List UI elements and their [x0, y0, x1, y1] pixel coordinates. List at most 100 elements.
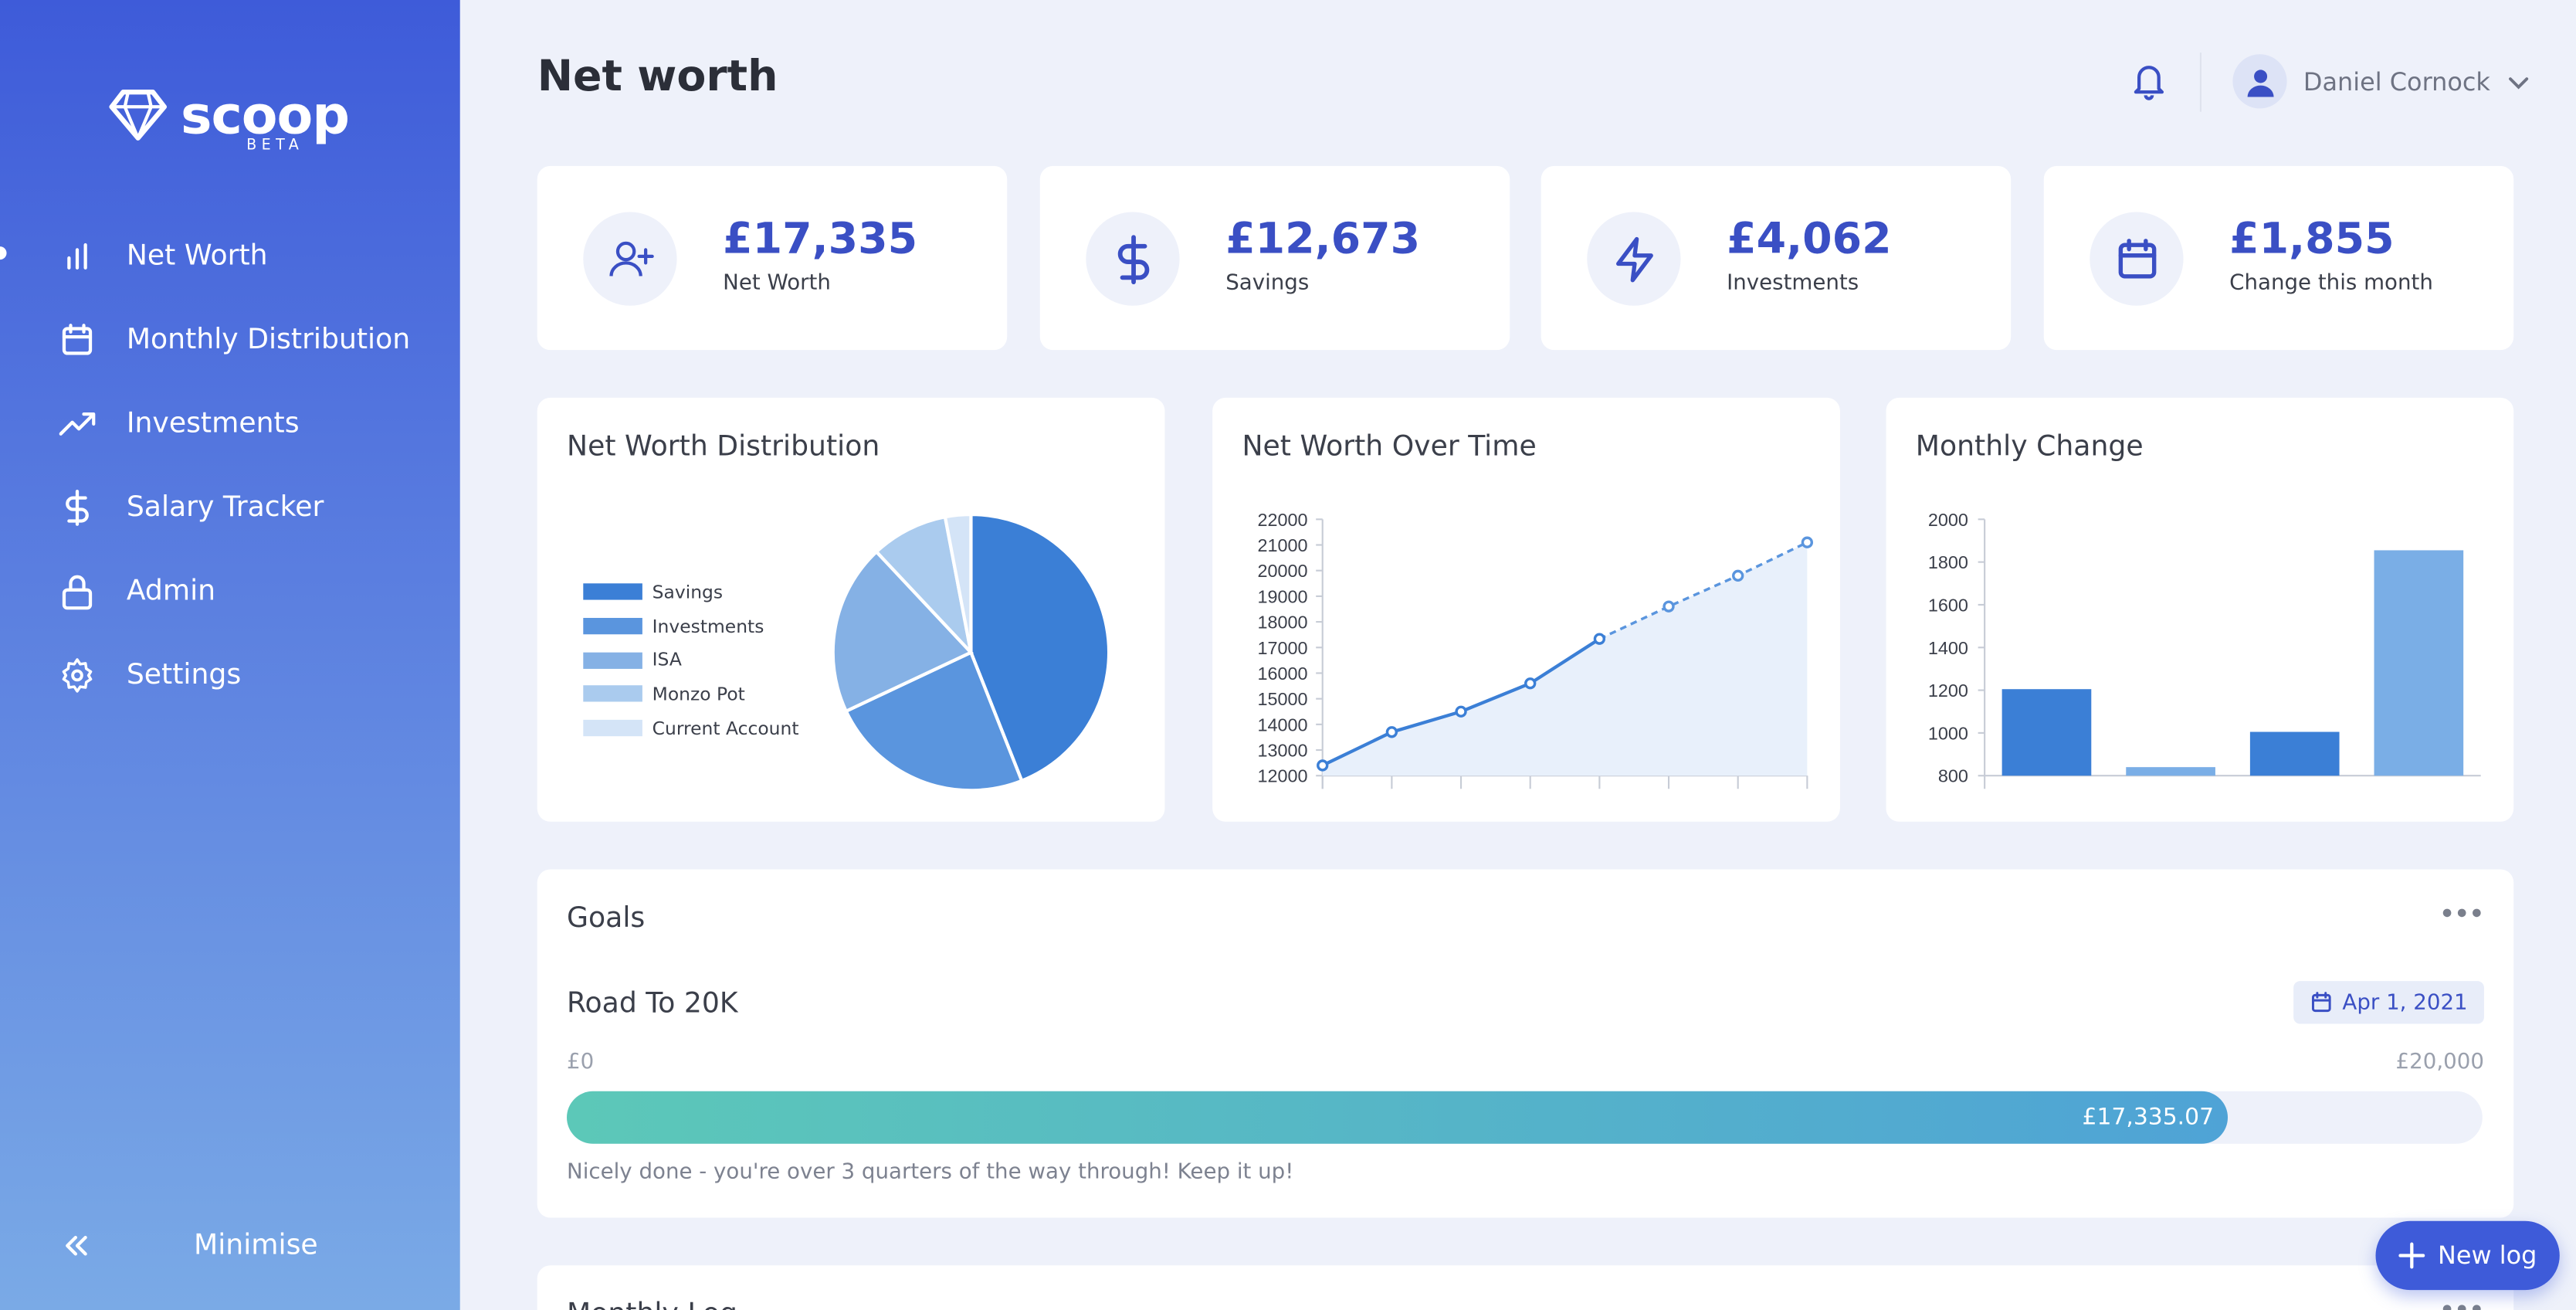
stat-card-net-worth: £17,335 Net Worth: [537, 165, 1008, 351]
legend-item: Savings: [583, 575, 798, 609]
y-tick-label: 21000: [1258, 535, 1308, 555]
legend-item: Investments: [583, 609, 798, 643]
sidebar-item-admin[interactable]: Admin: [0, 549, 460, 633]
avatar: [2232, 54, 2287, 109]
sidebar-item-settings[interactable]: Settings: [0, 633, 460, 717]
more-options-button[interactable]: [2442, 1305, 2481, 1310]
sidebar-item-investments[interactable]: Investments: [0, 382, 460, 466]
header-divider: [2199, 53, 2201, 112]
section-title: Goals: [567, 902, 646, 935]
y-tick-label: 19000: [1258, 586, 1308, 606]
bar: [2249, 731, 2340, 776]
new-log-label: New log: [2437, 1240, 2537, 1271]
new-log-button[interactable]: New log: [2375, 1220, 2560, 1291]
goal-message: Nicely done - you're over 3 quarters of …: [567, 1160, 1294, 1185]
active-indicator: [0, 246, 7, 260]
sidebar-item-label: Net Worth: [126, 239, 268, 273]
calendar-icon: [2311, 992, 2331, 1013]
panel-title: Net Worth Distribution: [567, 430, 880, 463]
stat-label: Net Worth: [723, 271, 831, 296]
goal-min-label: £0: [567, 1050, 595, 1075]
y-tick-label: 17000: [1258, 638, 1308, 658]
legend-label: ISA: [652, 649, 682, 671]
y-tick-label: 13000: [1258, 741, 1308, 761]
sidebar-item-salary-tracker[interactable]: Salary Tracker: [0, 465, 460, 549]
y-tick-label: 15000: [1258, 689, 1308, 709]
monthly-change-panel: Monthly Change 800 1000 1200 1400 1600 1800 20…: [1886, 397, 2514, 822]
bar-chart: 800 1000 1200 1400 1600 1800 2000: [1928, 510, 2481, 789]
y-tick-label: 1600: [1928, 595, 1968, 615]
bar: [2374, 550, 2464, 776]
goals-panel: Goals Road To 20K Apr 1, 2021 £0 £20,000…: [537, 869, 2514, 1218]
sidebar-item-label: Salary Tracker: [126, 490, 324, 524]
app-logo[interactable]: scoop BETA: [108, 89, 350, 154]
y-tick-label: 12000: [1258, 766, 1308, 786]
sidebar-nav: Net Worth Monthly Distribution Investmen…: [0, 214, 460, 717]
gear-icon: [59, 657, 96, 693]
legend-label: Investments: [652, 615, 764, 637]
legend-label: Monzo Pot: [652, 683, 745, 705]
pie-slice-investments: [843, 650, 1024, 792]
pie-slice-isa: [831, 549, 974, 714]
stat-label: Savings: [1225, 271, 1310, 296]
user-menu[interactable]: Daniel Cornock: [2232, 54, 2530, 109]
goal-name: Road To 20K: [567, 987, 738, 1021]
data-point: [1317, 759, 1329, 772]
calendar-icon: [2090, 212, 2184, 306]
lightning-icon: [1587, 212, 1681, 306]
plus-icon: [2398, 1242, 2425, 1269]
notifications-button[interactable]: [2129, 59, 2168, 109]
pie-slice-current-account: [943, 512, 973, 653]
monthly-log-panel: Monthly Log: [537, 1265, 2514, 1310]
bar: [2126, 767, 2215, 776]
legend-label: Savings: [652, 581, 724, 603]
legend-label: Current Account: [652, 717, 799, 739]
stat-value: £12,673: [1225, 215, 1421, 265]
legend-item: ISA: [583, 643, 798, 677]
sidebar-item-label: Monthly Distribution: [126, 323, 411, 356]
bar: [2001, 689, 2092, 776]
legend-swatch: [583, 686, 642, 703]
sidebar-item-monthly-distribution[interactable]: Monthly Distribution: [0, 297, 460, 382]
dollar-icon: [59, 488, 96, 525]
user-plus-icon: [583, 212, 677, 306]
y-tick-label: 1800: [1928, 552, 1968, 572]
sidebar-item-net-worth[interactable]: Net Worth: [0, 214, 460, 298]
more-options-button[interactable]: [2442, 908, 2481, 918]
sidebar-item-label: Settings: [126, 658, 242, 691]
line-chart: 12000 13000 14000 15000 16000 17000 18000 19000…: [1258, 510, 1814, 789]
net-worth-over-time-panel: Net Worth Over Time 12000 13000 14000 15000…: [1212, 397, 1840, 822]
chevrons-left-icon: [66, 1235, 87, 1256]
minimise-label: Minimise: [194, 1229, 318, 1262]
trending-up-icon: [59, 405, 96, 441]
section-title: Monthly Log: [567, 1298, 737, 1310]
legend-swatch: [583, 720, 642, 737]
data-point: [1663, 600, 1675, 613]
goal-current-value: £17,335.07: [2082, 1104, 2215, 1131]
dollar-icon: [1086, 212, 1180, 306]
y-tick-label: 20000: [1258, 561, 1308, 581]
stat-card-savings: £12,673 Savings: [1039, 165, 1510, 351]
sidebar-item-label: Investments: [126, 406, 300, 440]
goal-progress-fill: £17,335.07: [567, 1091, 2228, 1144]
legend-swatch: [583, 618, 642, 635]
pie-slice-monzo-pot: [874, 514, 974, 658]
y-tick-label: 14000: [1258, 714, 1308, 735]
goal-max-label: £20,000: [2395, 1050, 2484, 1075]
data-point: [1455, 705, 1467, 718]
y-tick-label: 1200: [1928, 680, 1968, 701]
goal-date: Apr 1, 2021: [2342, 989, 2468, 1015]
data-point: [1732, 569, 1744, 582]
legend-item: Monzo Pot: [583, 677, 798, 711]
stat-value: £4,062: [1727, 215, 1892, 265]
beta-tag: BETA: [246, 137, 304, 154]
chart-legend: Savings Investments ISA Monzo Pot Current Ac…: [583, 575, 799, 745]
stat-value: £1,855: [2229, 215, 2395, 265]
minimise-button[interactable]: Minimise: [59, 1229, 318, 1262]
user-name: Daniel Cornock: [2303, 66, 2490, 97]
legend-swatch: [583, 652, 642, 669]
stat-card-change-this-month: £1,855 Change this month: [2043, 165, 2514, 351]
legend-swatch: [583, 584, 642, 601]
calendar-icon: [59, 321, 96, 358]
goal-date-chip[interactable]: Apr 1, 2021: [2293, 981, 2484, 1024]
